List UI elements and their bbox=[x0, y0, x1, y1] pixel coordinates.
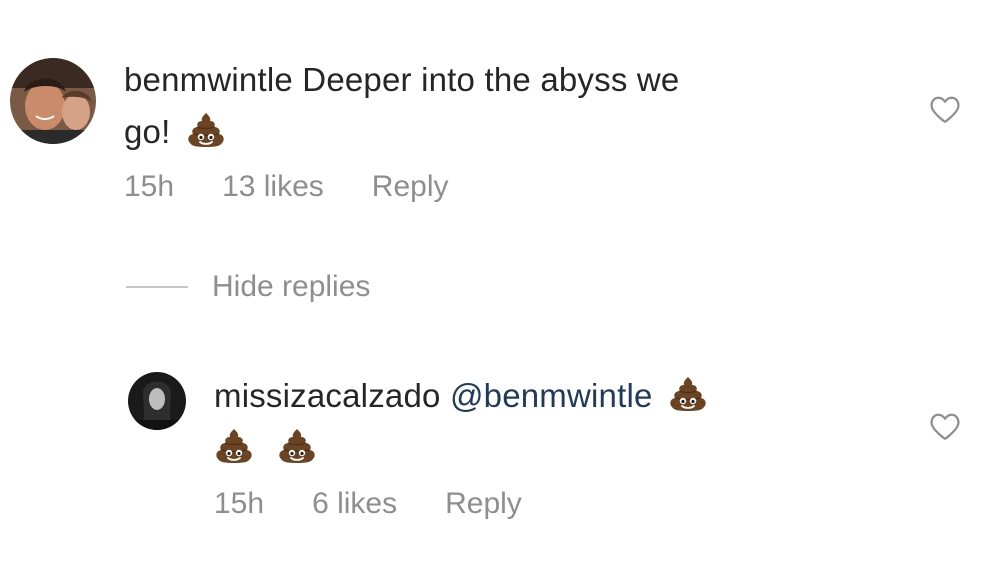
reply-meta: 15h 6 likes Reply bbox=[214, 487, 570, 521]
user-photo-icon bbox=[128, 372, 186, 430]
reply-likes[interactable]: 6 likes bbox=[312, 487, 397, 521]
heart-icon[interactable] bbox=[927, 91, 963, 127]
comment-time: 15h bbox=[124, 170, 175, 203]
avatar[interactable] bbox=[10, 58, 96, 144]
mention-link[interactable]: @benmwintle bbox=[450, 377, 653, 414]
hide-replies-button[interactable]: Hide replies bbox=[126, 270, 370, 304]
heart-icon[interactable] bbox=[927, 408, 963, 444]
reply-text: missizacalzado @benmwintle bbox=[214, 370, 854, 474]
pile-of-poo-icon bbox=[277, 426, 317, 466]
comment-body-line1: Deeper into the abyss we bbox=[302, 61, 680, 98]
reply-time: 15h bbox=[214, 487, 265, 520]
reply-button[interactable]: Reply bbox=[372, 170, 449, 204]
comment-meta: 15h 13 likes Reply bbox=[124, 170, 496, 204]
divider-line bbox=[126, 286, 188, 288]
comment-text: benmwintle Deeper into the abyss we go! bbox=[124, 54, 824, 158]
hide-replies-label: Hide replies bbox=[212, 270, 371, 303]
reply-button[interactable]: Reply bbox=[445, 487, 522, 521]
avatar[interactable] bbox=[128, 372, 186, 430]
comment-username[interactable]: benmwintle bbox=[124, 61, 293, 98]
pile-of-poo-icon bbox=[668, 374, 708, 414]
comment-body-line2: go! bbox=[124, 113, 171, 150]
user-photo-icon bbox=[10, 58, 96, 144]
pile-of-poo-icon bbox=[214, 426, 254, 466]
comment-likes[interactable]: 13 likes bbox=[222, 170, 324, 204]
pile-of-poo-icon bbox=[186, 110, 226, 150]
reply-username[interactable]: missizacalzado bbox=[214, 377, 441, 414]
